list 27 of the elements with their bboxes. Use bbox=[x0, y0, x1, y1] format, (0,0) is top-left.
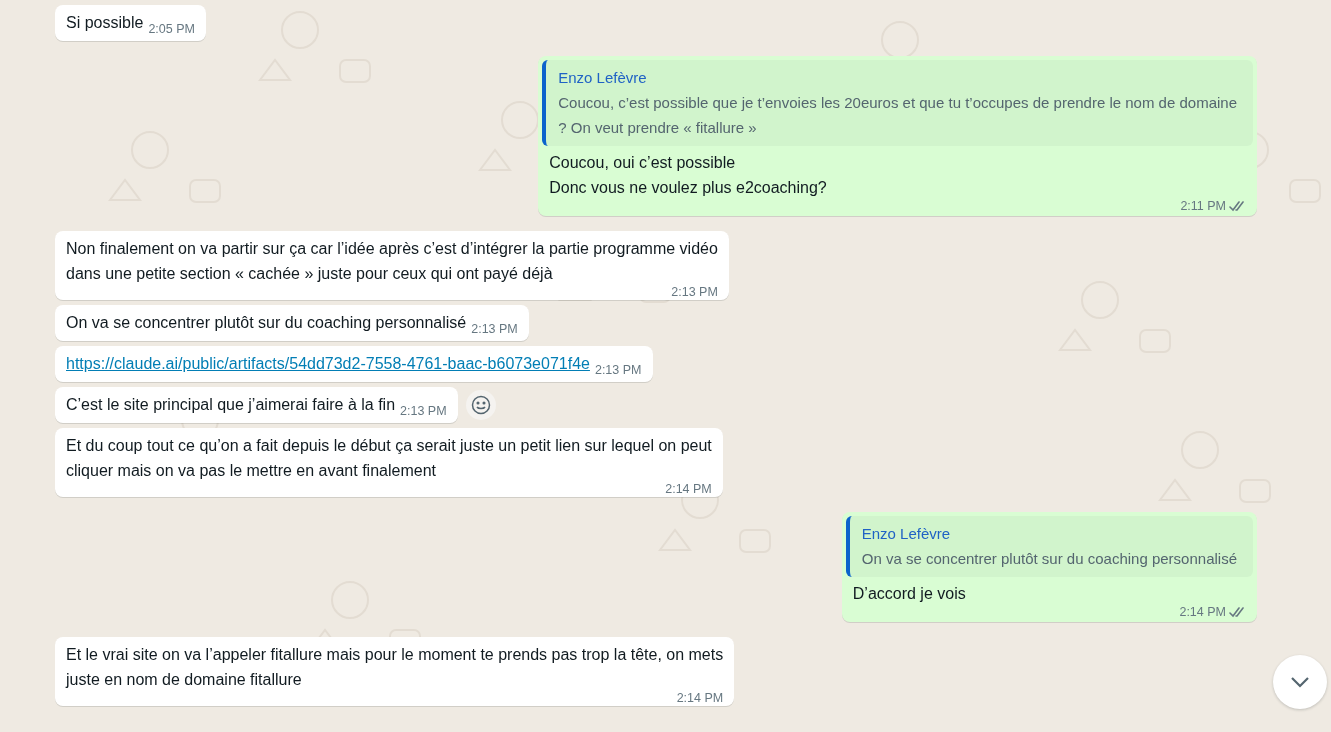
message-link[interactable]: https://claude.ai/public/artifacts/54dd73d2-7558-4761-baac-b6073e071f4e bbox=[66, 351, 590, 376]
message-time: 2:05 PM bbox=[148, 21, 195, 39]
quoted-message[interactable]: Enzo Lefèvre Coucou, c’est possible que je t’envoies les 20euros et que tu t’occupes de prendre le nom de domaine ? On veut prendre « fitallure » bbox=[542, 60, 1253, 146]
message-time: 2:13 PM bbox=[471, 321, 518, 339]
message-text: Et le vrai site on va l’appeler fitallure mais pour le moment te prends pas trop la tête, on mets juste en nom de domaine fitallure bbox=[66, 645, 724, 690]
quote-text: Coucou, c’est possible que je t’envoies les 20euros et que tu t’occupes de prendre le nom de domaine ? On veut prendre « fitallure » bbox=[558, 93, 1237, 138]
message-text: Coucou, oui c’est possible Donc vous ne voulez plus e2coaching? bbox=[549, 153, 828, 198]
emoji-reaction-button[interactable] bbox=[465, 390, 496, 420]
quoted-message[interactable]: Enzo Lefèvre On va se concentrer plutôt sur du coaching personnalisé bbox=[845, 516, 1253, 577]
message-text: D’accord je vois bbox=[852, 584, 967, 604]
message-time: 2:13 PM bbox=[594, 362, 642, 380]
message-time: 2:14 PM bbox=[676, 691, 724, 705]
message-time: 2:14 PM bbox=[1179, 605, 1226, 619]
quote-text: On va se concentrer plutôt sur du coaching personnalisé bbox=[861, 549, 1237, 569]
message-text: Si possible bbox=[66, 13, 144, 33]
message-text: On va se concentrer plutôt sur du coaching personnalisé bbox=[66, 313, 467, 333]
smiley-icon bbox=[470, 395, 491, 415]
message-time: 2:14 PM bbox=[665, 482, 712, 496]
chevron-down-icon bbox=[1290, 676, 1310, 688]
quote-author: Enzo Lefèvre bbox=[558, 68, 648, 88]
message-text: Non finalement on va partir sur ça car l’idée après c’est d’intégrer la partie programme vidéo dans une petite section « cachée » juste pour ceux qui ont payé déjà bbox=[66, 239, 718, 284]
message-time: 2:13 PM bbox=[671, 285, 718, 299]
message-time: 2:11 PM bbox=[1180, 199, 1226, 213]
message-text: C’est le site principal que j’aimerai faire à la fin bbox=[66, 395, 396, 415]
message-time: 2:13 PM bbox=[400, 403, 447, 421]
message-text: Et du coup tout ce qu’on a fait depuis le début ça serait juste un petit lien sur lequel on peut cliquer mais on va pas le mettre en avant finalement bbox=[66, 436, 712, 481]
quote-author: Enzo Lefèvre bbox=[861, 524, 952, 544]
